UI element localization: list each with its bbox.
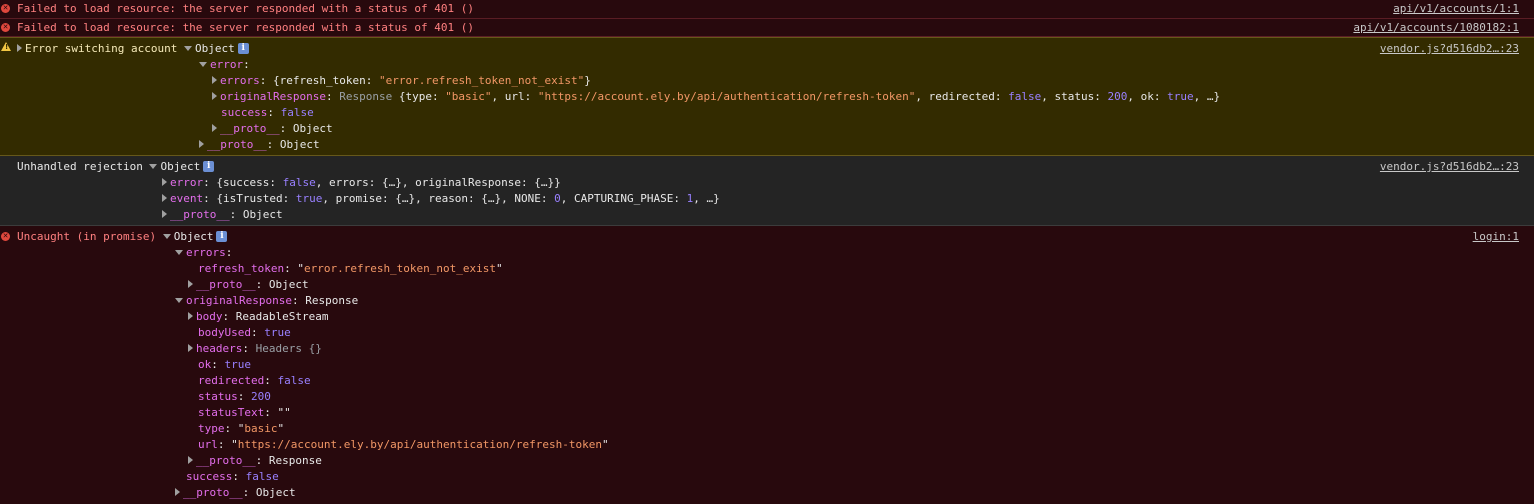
console-error-message: ✕ Failed to load resource: the server re… xyxy=(0,0,1534,19)
tree-node-body[interactable]: body: ReadableStream xyxy=(188,309,328,325)
tree-node-proto[interactable]: __proto__: Object xyxy=(175,485,296,501)
info-icon[interactable]: i xyxy=(237,42,249,54)
tree-node-refresh-token: refresh_token: "error.refresh_token_not_… xyxy=(198,262,503,275)
tree-node-url: url: "https://account.ely.by/api/authent… xyxy=(198,438,609,451)
expand-arrow-icon[interactable] xyxy=(188,312,193,320)
expand-arrow-icon[interactable] xyxy=(162,178,167,186)
warning-icon: ! xyxy=(1,42,11,51)
expand-arrow-icon[interactable] xyxy=(162,210,167,218)
tree-node-original-response[interactable]: originalResponse: Response {type: "basic… xyxy=(212,89,1220,105)
console-log-message: Unhandled rejection Object i vendor.js?d5… xyxy=(0,156,1534,226)
error-text: Failed to load resource: the server resp… xyxy=(17,21,474,34)
info-icon[interactable]: i xyxy=(216,230,228,242)
expand-arrow-icon[interactable] xyxy=(188,280,193,288)
object-label: Object xyxy=(160,160,201,173)
tree-node-event[interactable]: event: {isTrusted: true, promise: {…}, r… xyxy=(162,191,720,207)
tree-node-body-used: bodyUsed: true xyxy=(198,326,291,339)
console-error-message: ✕ Uncaught (in promise) Object i login:1 … xyxy=(0,226,1534,504)
error-icon: ✕ xyxy=(1,23,10,32)
tree-node-error[interactable]: error: xyxy=(199,57,250,73)
source-link[interactable]: login:1 xyxy=(1473,229,1519,245)
info-icon[interactable]: i xyxy=(203,160,215,172)
console-warning-message: ! Error switching account Object i vendor… xyxy=(0,37,1534,156)
collapse-arrow-icon[interactable] xyxy=(162,233,171,239)
collapse-arrow-icon[interactable] xyxy=(175,297,183,303)
collapse-arrow-icon[interactable] xyxy=(199,61,207,67)
tree-node-proto[interactable]: __proto__: Object xyxy=(162,207,283,223)
tree-node-proto[interactable]: __proto__: Response xyxy=(188,453,322,469)
log-label: Unhandled rejection xyxy=(17,160,143,173)
object-label: Object xyxy=(194,42,235,55)
collapse-arrow-icon[interactable] xyxy=(149,163,158,169)
tree-node-error[interactable]: error: {success: false, errors: {…}, ori… xyxy=(162,175,561,191)
source-link[interactable]: vendor.js?d516db2…:23 xyxy=(1380,159,1519,175)
tree-node-success: success: false xyxy=(186,470,279,483)
expand-arrow-icon[interactable] xyxy=(212,124,217,132)
expand-arrow-icon[interactable] xyxy=(175,488,180,496)
collapse-arrow-icon[interactable] xyxy=(175,249,183,255)
error-icon: ✕ xyxy=(1,232,10,241)
tree-node-errors[interactable]: errors: {refresh_token: "error.refresh_t… xyxy=(212,73,591,89)
error-label: Uncaught (in promise) xyxy=(17,230,157,243)
expand-arrow-icon[interactable] xyxy=(162,194,167,202)
expand-arrow-icon[interactable] xyxy=(199,140,204,148)
expand-arrow-icon[interactable] xyxy=(188,456,193,464)
error-icon: ✕ xyxy=(1,4,10,13)
tree-node-redirected: redirected: false xyxy=(198,374,311,387)
tree-node-proto[interactable]: __proto__: Object xyxy=(212,121,333,137)
error-text: Failed to load resource: the server resp… xyxy=(17,2,474,15)
console-error-message: ✕ Failed to load resource: the server re… xyxy=(0,19,1534,37)
collapse-arrow-icon[interactable] xyxy=(183,45,192,51)
tree-node-status: status: 200 xyxy=(198,390,271,403)
warning-header[interactable]: Error switching account Object i xyxy=(17,41,249,57)
tree-node-headers[interactable]: headers: Headers {} xyxy=(188,341,322,357)
log-header[interactable]: Unhandled rejection Object i xyxy=(17,159,215,175)
tree-node-errors[interactable]: errors: xyxy=(175,245,232,261)
tree-node-proto[interactable]: __proto__: Object xyxy=(199,137,320,153)
error-header[interactable]: Uncaught (in promise) Object i xyxy=(17,229,228,245)
expand-arrow-icon[interactable] xyxy=(17,44,22,52)
source-link[interactable]: vendor.js?d516db2…:23 xyxy=(1380,41,1519,57)
expand-arrow-icon[interactable] xyxy=(212,92,217,100)
warning-label: Error switching account xyxy=(25,42,178,55)
tree-node-proto[interactable]: __proto__: Object xyxy=(188,277,309,293)
tree-node-success: success: false xyxy=(221,106,314,119)
tree-node-type: type: "basic" xyxy=(198,422,285,435)
devtools-console: ✕ Failed to load resource: the server re… xyxy=(0,0,1534,504)
expand-arrow-icon[interactable] xyxy=(188,344,193,352)
object-label: Object xyxy=(173,230,214,243)
source-link[interactable]: api/v1/accounts/1:1 xyxy=(1393,1,1519,17)
tree-node-status-text: statusText: "" xyxy=(198,406,291,419)
source-link[interactable]: api/v1/accounts/1080182:1 xyxy=(1353,20,1519,36)
expand-arrow-icon[interactable] xyxy=(212,76,217,84)
tree-node-original-response[interactable]: originalResponse: Response xyxy=(175,293,358,309)
tree-node-ok: ok: true xyxy=(198,358,251,371)
